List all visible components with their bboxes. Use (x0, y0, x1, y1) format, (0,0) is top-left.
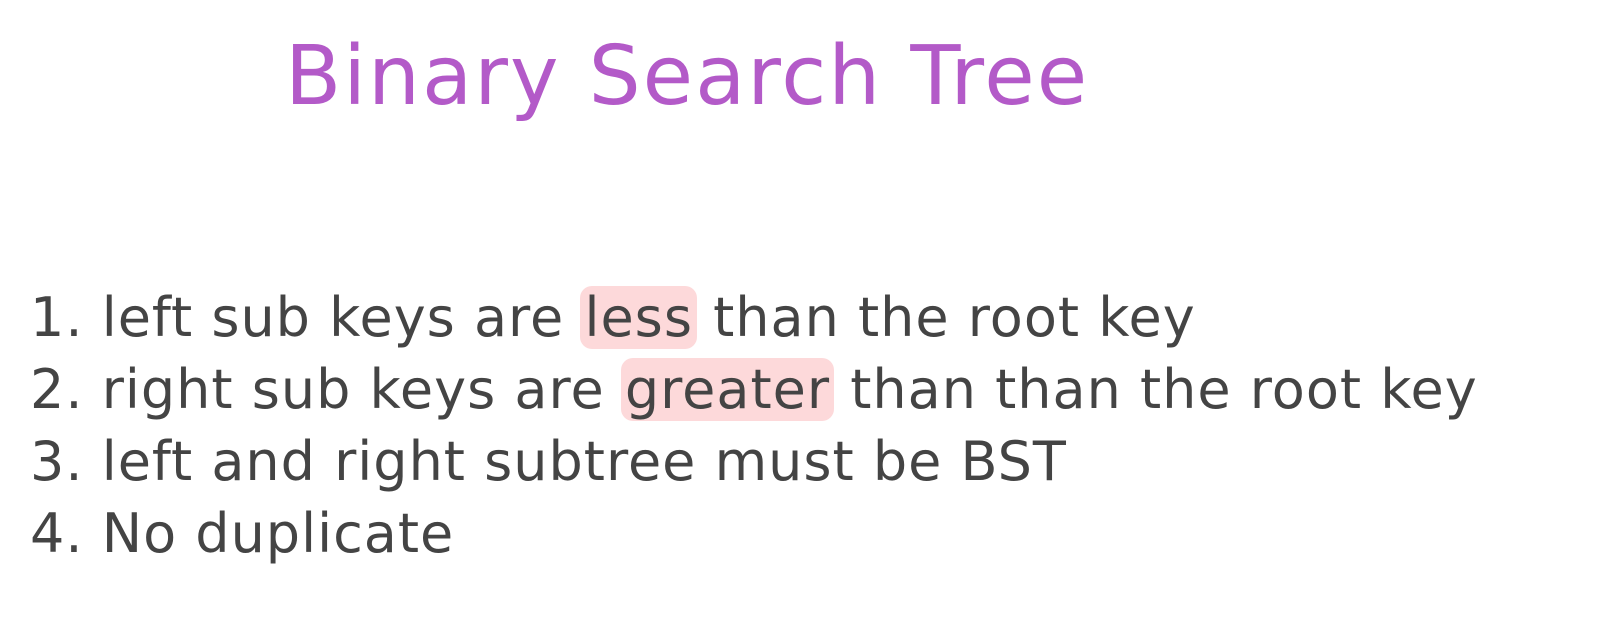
rule-text: left and right subtree must be BST (101, 430, 1067, 493)
diagram-title: Binary Search Tree (285, 29, 1090, 124)
rule-text: No duplicate (101, 502, 455, 565)
rule-text: right sub keys are (101, 358, 623, 421)
highlighted-term-greater: greater (620, 358, 835, 421)
rule-4: 4. No duplicate (30, 498, 1478, 570)
rule-2: 2. right sub keys are greater than than … (30, 354, 1478, 426)
rule-text: left sub keys are (101, 286, 583, 349)
rule-number: 3. (30, 430, 84, 493)
canvas: { "title": "Binary Search Tree", "colors… (0, 0, 1624, 628)
rule-text: than the root key (694, 286, 1196, 349)
rule-text: than than the root key (832, 358, 1478, 421)
rule-number: 4. (30, 502, 84, 565)
rule-number: 1. (30, 286, 84, 349)
rule-3: 3. left and right subtree must be BST (30, 426, 1478, 498)
rule-1: 1. left sub keys are less than the root … (30, 282, 1478, 354)
highlighted-term-less: less (580, 286, 697, 349)
rule-number: 2. (30, 358, 84, 421)
bst-rules-list: 1. left sub keys are less than the root … (30, 282, 1478, 570)
